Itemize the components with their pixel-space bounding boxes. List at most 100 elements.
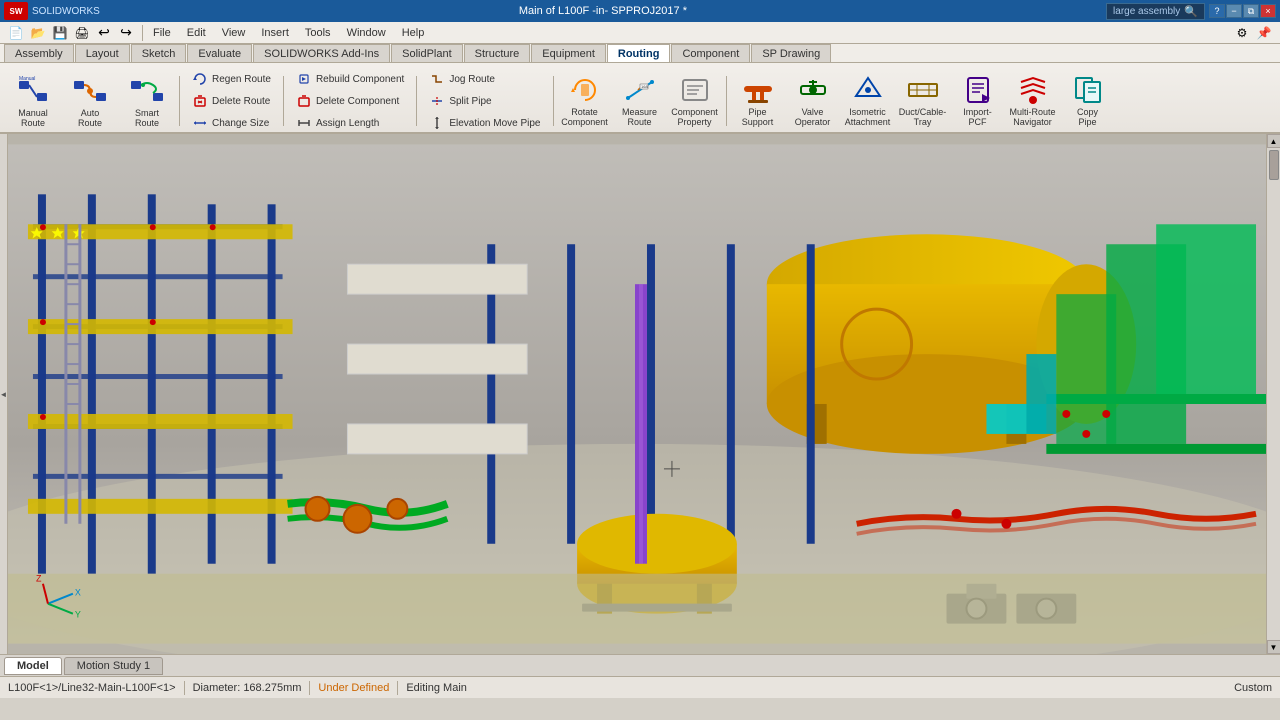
tab-equipment[interactable]: Equipment	[531, 44, 606, 62]
tab-motion-study[interactable]: Motion Study 1	[64, 657, 163, 675]
smart-route-button[interactable]: SmartRoute	[120, 67, 174, 135]
window-title: Main of L100F -in- SPPROJ2017 *	[519, 5, 687, 17]
duct-cable-tray-button[interactable]: Duct/Cable-Tray	[897, 70, 949, 132]
save-button[interactable]: 💾	[50, 23, 70, 43]
help-button[interactable]: ?	[1209, 4, 1225, 18]
component-property-icon	[679, 74, 711, 106]
multi-route-navigator-button[interactable]: Multi-RouteNavigator	[1007, 70, 1059, 132]
menu-tools[interactable]: Tools	[297, 22, 339, 43]
pin-button[interactable]: 📌	[1254, 23, 1274, 43]
rebuild-component-button[interactable]: Rebuild Component	[291, 69, 409, 89]
tab-addins[interactable]: SOLIDWORKS Add-Ins	[253, 44, 390, 62]
redo-button[interactable]: ↪	[116, 23, 136, 43]
change-size-icon	[192, 115, 208, 131]
tab-layout[interactable]: Layout	[75, 44, 130, 62]
tab-sketch[interactable]: Sketch	[131, 44, 187, 62]
change-size-button[interactable]: Change Size	[187, 113, 276, 133]
status-bar: L100F<1>/Line32-Main-L100F<1> Diameter: …	[0, 676, 1280, 698]
delete-component-icon	[296, 93, 312, 109]
vertical-scrollbar[interactable]: ▲ ▼	[1266, 134, 1280, 654]
status-sep3	[397, 681, 398, 695]
search-box[interactable]: large assembly 🔍	[1106, 3, 1205, 20]
command-tabs: Assembly Layout Sketch Evaluate SOLIDWOR…	[0, 44, 1280, 63]
menu-view[interactable]: View	[214, 22, 254, 43]
copy-pipe-button[interactable]: CopyPipe	[1062, 70, 1114, 132]
undo-button[interactable]: ↩	[94, 23, 114, 43]
svg-text:X: X	[75, 588, 81, 598]
left-panel-toggle[interactable]: ◄	[0, 134, 8, 654]
scroll-down-button[interactable]: ▼	[1267, 640, 1280, 654]
options-button[interactable]: ⚙	[1232, 23, 1252, 43]
assign-length-icon	[296, 115, 312, 131]
viewport[interactable]: X Y Z	[8, 134, 1266, 654]
menu-insert[interactable]: Insert	[253, 22, 297, 43]
menu-file[interactable]: File	[145, 22, 179, 43]
tab-model[interactable]: Model	[4, 657, 62, 675]
open-button[interactable]: 📂	[28, 23, 48, 43]
viewport-svg: X Y Z	[8, 134, 1266, 654]
valve-operator-label: ValveOperator	[795, 108, 831, 128]
quick-access-toolbar: 📄 📂 💾 🖨 ↩ ↪	[2, 23, 140, 43]
regen-route-icon	[192, 71, 208, 87]
pipe-support-button[interactable]: PipeSupport	[732, 70, 784, 132]
assign-length-button[interactable]: Assign Length	[291, 113, 409, 133]
minimize-button[interactable]: −	[1226, 4, 1242, 18]
component-property-button[interactable]: ComponentProperty	[669, 70, 721, 132]
rotate-component-button[interactable]: RotateComponent	[559, 70, 611, 132]
valve-operator-button[interactable]: ValveOperator	[787, 70, 839, 132]
restore-button[interactable]: ⧉	[1243, 4, 1259, 18]
app-name: SOLIDWORKS	[32, 6, 100, 17]
delete-component-button[interactable]: Delete Component	[291, 91, 409, 111]
change-size-label: Change Size	[212, 118, 269, 129]
delete-component-label: Delete Component	[316, 96, 399, 107]
manual-route-button[interactable]: Manual ManualRoute	[6, 67, 60, 135]
isometric-attachment-button[interactable]: IsometricAttachment	[842, 70, 894, 132]
split-pipe-label: Split Pipe	[449, 96, 491, 107]
regen-route-label: Regen Route	[212, 74, 271, 85]
multi-route-navigator-icon	[1017, 74, 1049, 106]
tab-evaluate[interactable]: Evaluate	[187, 44, 252, 62]
sep2	[283, 76, 284, 126]
tab-structure[interactable]: Structure	[464, 44, 531, 62]
regen-route-button[interactable]: Regen Route	[187, 69, 276, 89]
auto-route-icon	[72, 73, 108, 109]
new-button[interactable]: 📄	[6, 23, 26, 43]
split-pipe-button[interactable]: Split Pipe	[424, 91, 545, 111]
split-pipe-icon	[429, 93, 445, 109]
manual-route-icon: Manual	[15, 73, 51, 109]
delete-route-icon	[192, 93, 208, 109]
auto-route-button[interactable]: AutoRoute	[63, 67, 117, 135]
tab-sp-drawing[interactable]: SP Drawing	[751, 44, 831, 62]
tab-component[interactable]: Component	[671, 44, 750, 62]
diameter-value: Diameter: 168.275mm	[193, 682, 302, 694]
sep5	[726, 76, 727, 126]
elevation-move-button[interactable]: Elevation Move Pipe	[424, 113, 545, 133]
close-button[interactable]: ×	[1260, 4, 1276, 18]
menu-edit[interactable]: Edit	[179, 22, 214, 43]
menu-help[interactable]: Help	[394, 22, 433, 43]
measure-route-button[interactable]: 168 MeasureRoute	[614, 70, 666, 132]
search-placeholder: large assembly	[1113, 6, 1180, 17]
tab-routing[interactable]: Routing	[607, 44, 671, 62]
tab-solidplant[interactable]: SolidPlant	[391, 44, 463, 62]
svg-text:Z: Z	[36, 574, 42, 584]
search-icon[interactable]: 🔍	[1184, 5, 1198, 18]
jog-route-button[interactable]: Jog Route	[424, 69, 545, 89]
small-buttons-col3: Jog Route Split Pipe Elevation Move Pipe	[422, 67, 547, 135]
valve-operator-icon	[797, 74, 829, 106]
sep4	[553, 76, 554, 126]
tab-assembly[interactable]: Assembly	[4, 44, 74, 62]
scroll-thumb[interactable]	[1269, 150, 1279, 180]
solidworks-logo: SW	[4, 2, 28, 20]
assign-length-label: Assign Length	[316, 118, 379, 129]
import-pcf-label: Import-PCF	[955, 108, 1001, 128]
scroll-track[interactable]	[1267, 148, 1280, 640]
print-button[interactable]: 🖨	[72, 23, 92, 43]
bottom-tabs: Model Motion Study 1	[0, 654, 1280, 676]
scroll-up-button[interactable]: ▲	[1267, 134, 1280, 148]
delete-route-button[interactable]: Delete Route	[187, 91, 276, 111]
command-manager: Assembly Layout Sketch Evaluate SOLIDWOR…	[0, 44, 1280, 134]
import-pcf-button[interactable]: Import-PCF	[952, 70, 1004, 132]
menu-window[interactable]: Window	[339, 22, 394, 43]
sep3	[416, 76, 417, 126]
